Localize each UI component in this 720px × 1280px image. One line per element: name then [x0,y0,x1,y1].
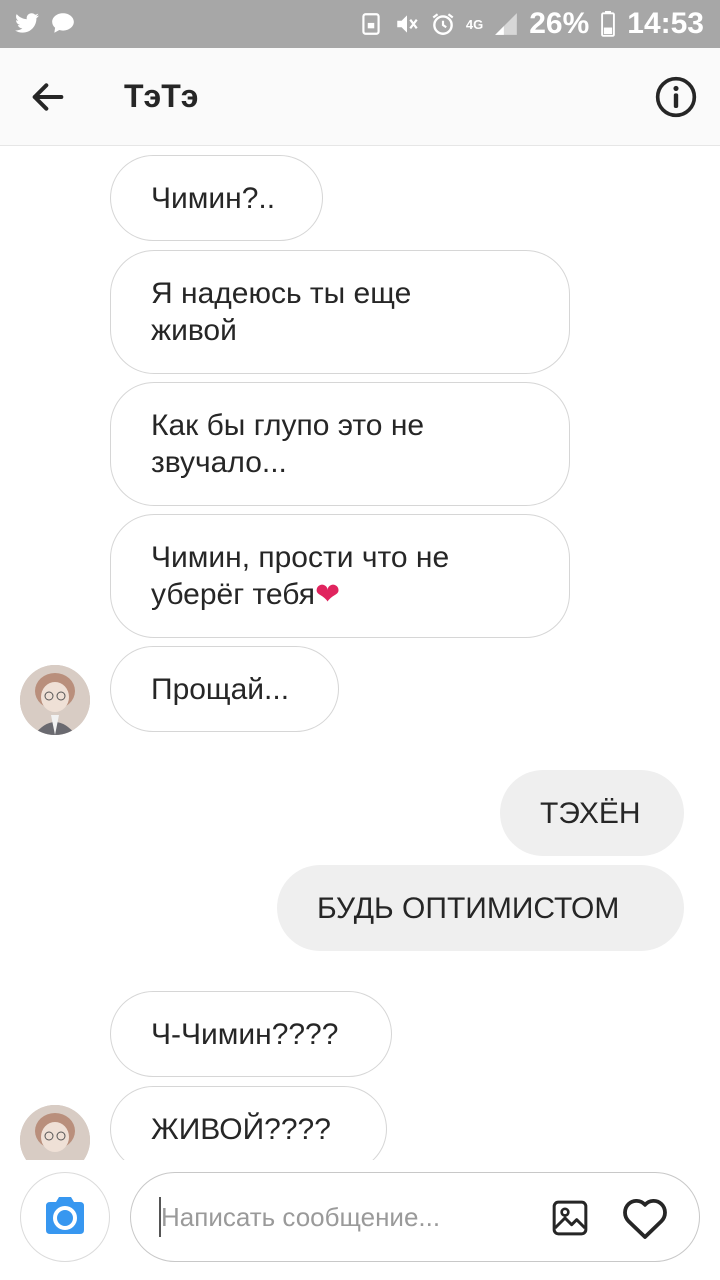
info-button[interactable] [652,73,700,121]
signal-icon [493,11,519,37]
message-text: ЖИВОЙ???? [151,1112,331,1146]
message-text: Чимин?.. [151,181,276,215]
message-bubble-incoming[interactable]: Чимин, прости что не уберёг тебя❤ [110,514,570,638]
message-bubble-outgoing[interactable]: ТЭХЁН [500,770,684,856]
message-bubble-incoming[interactable]: Как бы глупо это не звучало... [110,382,570,506]
image-icon [552,1200,588,1236]
info-icon [655,76,697,118]
message-text: Как бы глупо это не звучало... [151,409,425,479]
camera-button[interactable] [20,1172,110,1262]
arrow-left-icon [32,83,64,111]
message-text: Чимин, прости что не уберёг тебя [151,541,450,611]
battery-percent: 26% [529,7,590,40]
message-bubble-incoming[interactable]: Чимин?.. [110,155,323,241]
alarm-icon [430,11,456,37]
message-text: БУДЬ ОПТИМИСТОМ [317,891,620,925]
twitter-icon [14,10,40,36]
like-button[interactable] [619,1193,671,1243]
status-bar-system: 4G 26% 14:53 [358,6,704,42]
message-input-container [130,1172,700,1262]
message-composer [0,1160,720,1280]
message-thread[interactable]: Чимин?.. Я надеюсь ты еще живой Как бы г… [0,147,720,1160]
conversation-header: ТэТэ [0,48,720,146]
status-bar: 4G 26% 14:53 [0,0,720,48]
network-type: 4G [465,16,484,32]
avatar[interactable] [20,665,90,735]
message-text: Я надеюсь ты еще живой [151,277,412,347]
heart-emoji: ❤ [315,578,341,611]
camera-icon [46,1197,84,1234]
message-input[interactable] [161,1197,501,1237]
message-bubble-outgoing[interactable]: БУДЬ ОПТИМИСТОМ [277,865,684,951]
message-text: Ч-Чимин???? [151,1017,339,1051]
avatar[interactable] [20,1105,90,1160]
message-text: Прощай... [151,672,290,706]
message-bubble-incoming[interactable]: ЖИВОЙ???? [110,1086,387,1160]
clock: 14:53 [627,7,704,40]
message-bubble-incoming[interactable]: Ч-Чимин???? [110,991,392,1077]
mute-icon [394,11,420,37]
conversation-title[interactable]: ТэТэ [124,76,198,116]
heart-icon [623,1198,667,1239]
lock-icon [358,11,384,37]
message-bubble-incoming[interactable]: Прощай... [110,646,339,732]
chat-bubble-icon [50,10,76,36]
status-bar-notifications [14,10,76,36]
back-button[interactable] [24,73,72,121]
message-text: ТЭХЁН [540,796,641,830]
gallery-button[interactable] [547,1195,593,1241]
battery-icon [599,11,617,37]
message-bubble-incoming[interactable]: Я надеюсь ты еще живой [110,250,570,374]
